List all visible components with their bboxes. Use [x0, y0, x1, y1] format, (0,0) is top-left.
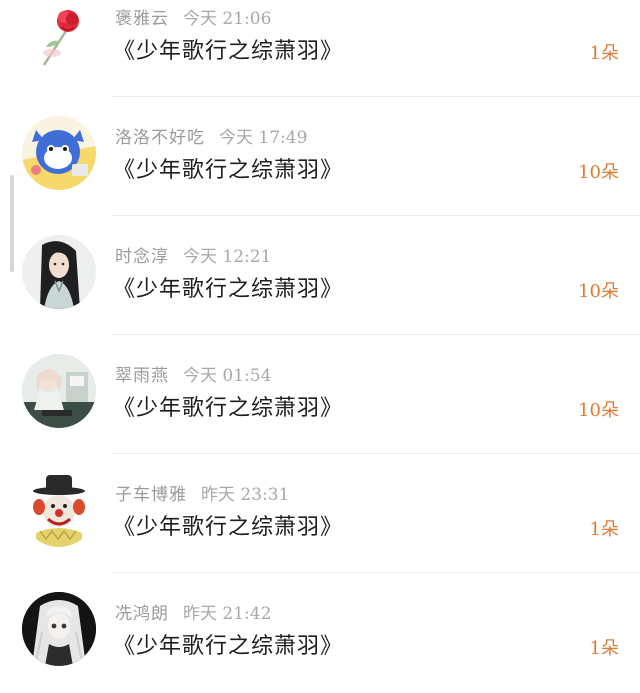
list-item[interactable]: 冼鸿朗 昨天 21:42 《少年歌行之综萧羽》 1朵 [0, 573, 640, 692]
book-title[interactable]: 《少年歌行之综萧羽》 [113, 509, 343, 541]
record-meta: 子车博雅 昨天 23:31 [115, 480, 289, 505]
list-item[interactable]: 时念淳 今天 12:21 《少年歌行之综萧羽》 10朵 [0, 216, 640, 335]
record-meta: 翠雨燕 今天 01:54 [115, 361, 271, 386]
record-meta: 时念淳 今天 12:21 [115, 242, 271, 267]
flower-count: 10朵 [578, 162, 619, 183]
book-title[interactable]: 《少年歌行之综萧羽》 [113, 33, 343, 65]
gift-record-list: 褒雅云 今天 21:06 《少年歌行之综萧羽》 1朵 洛洛不好吃 今天 17:4… [0, 0, 640, 693]
timestamp: 昨天 21:42 [183, 604, 272, 624]
flower-count: 10朵 [578, 400, 619, 421]
record-meta: 褒雅云 今天 21:06 [115, 4, 271, 29]
scrollbar[interactable] [10, 175, 14, 272]
user-name[interactable]: 翠雨燕 [115, 366, 169, 386]
timestamp: 昨天 23:31 [201, 485, 290, 505]
user-name[interactable]: 时念淳 [115, 247, 169, 267]
flower-count: 1朵 [589, 43, 619, 64]
flower-count: 10朵 [578, 281, 619, 302]
record-meta: 洛洛不好吃 今天 17:49 [115, 123, 307, 148]
book-title[interactable]: 《少年歌行之综萧羽》 [113, 628, 343, 660]
cartoon-character-avatar[interactable] [22, 116, 96, 190]
book-title[interactable]: 《少年歌行之综萧羽》 [113, 271, 343, 303]
list-item[interactable]: 褒雅云 今天 21:06 《少年歌行之综萧羽》 1朵 [0, 0, 640, 97]
user-name[interactable]: 褒雅云 [115, 9, 169, 29]
timestamp: 今天 21:06 [183, 9, 272, 29]
user-name[interactable]: 洛洛不好吃 [115, 128, 205, 148]
user-name[interactable]: 子车博雅 [115, 485, 187, 505]
book-title[interactable]: 《少年歌行之综萧羽》 [113, 152, 343, 184]
timestamp: 今天 17:49 [219, 128, 308, 148]
timestamp: 今天 12:21 [183, 247, 272, 267]
user-name[interactable]: 冼鸿朗 [115, 604, 169, 624]
list-item[interactable]: 翠雨燕 今天 01:54 《少年歌行之综萧羽》 10朵 [0, 335, 640, 454]
record-meta: 冼鸿朗 昨天 21:42 [115, 599, 271, 624]
flower-count: 1朵 [589, 638, 619, 659]
rose-avatar[interactable] [22, 0, 96, 71]
white-hair-girl-avatar[interactable] [22, 592, 96, 666]
clown-avatar[interactable] [22, 473, 96, 547]
long-hair-swordsman-avatar[interactable] [22, 235, 96, 309]
list-item[interactable]: 子车博雅 昨天 23:31 《少年歌行之综萧羽》 1朵 [0, 454, 640, 573]
list-item[interactable]: 洛洛不好吃 今天 17:49 《少年歌行之综萧羽》 10朵 [0, 97, 640, 216]
book-title[interactable]: 《少年歌行之综萧羽》 [113, 390, 343, 422]
anime-girl-avatar[interactable] [22, 354, 96, 428]
flower-count: 1朵 [589, 519, 619, 540]
timestamp: 今天 01:54 [183, 366, 272, 386]
